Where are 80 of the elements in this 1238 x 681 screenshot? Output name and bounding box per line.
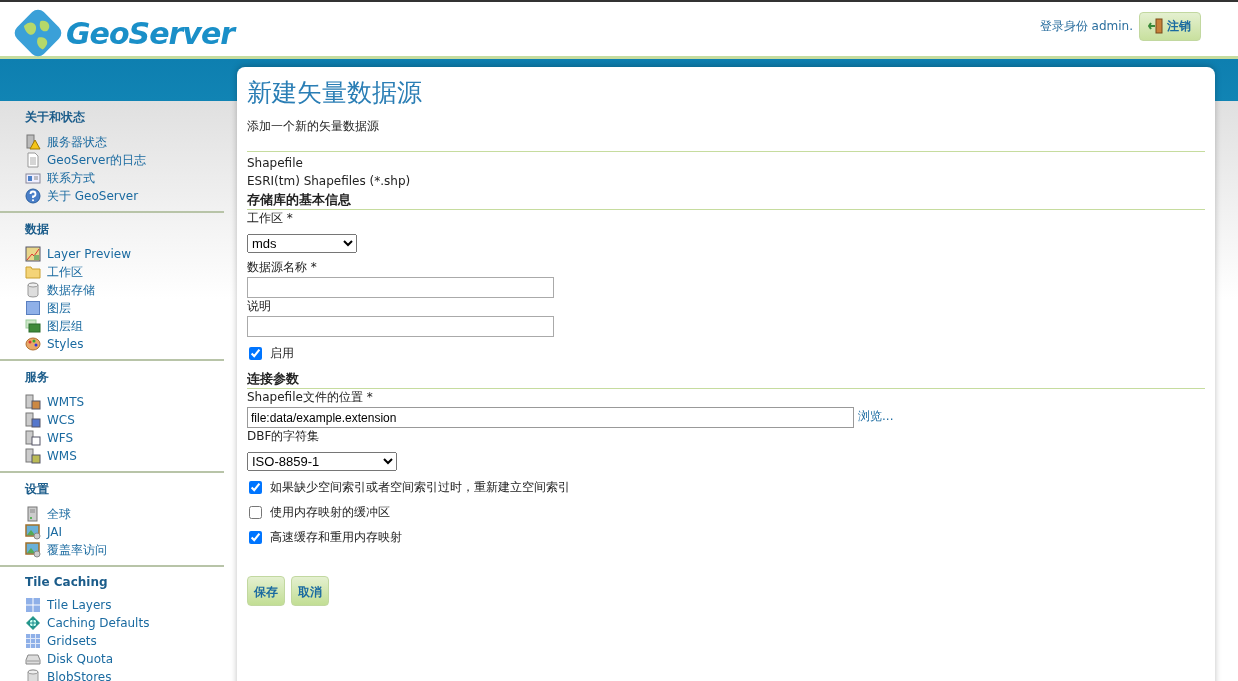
sidebar-heading: Tile Caching bbox=[25, 575, 109, 589]
sidebar-link[interactable]: 工作区 bbox=[25, 263, 224, 281]
sidebar-link[interactable]: 服务器状态 bbox=[25, 133, 224, 151]
sidebar-link[interactable]: Gridsets bbox=[25, 632, 224, 650]
server-icon bbox=[25, 430, 41, 446]
logo-text: GeoServer bbox=[66, 15, 235, 51]
sidebar-link[interactable]: WMS bbox=[25, 447, 224, 465]
sidebar-link[interactable]: WCS bbox=[25, 411, 224, 429]
sidebar-link[interactable]: WMTS bbox=[25, 393, 224, 411]
sidebar-link[interactable]: 数据存储 bbox=[25, 281, 224, 299]
sidebar-link[interactable]: 图层组 bbox=[25, 317, 224, 335]
checkbox[interactable] bbox=[249, 347, 262, 360]
sidebar-link[interactable]: Styles bbox=[25, 335, 224, 353]
sidebar-heading: 服务 bbox=[25, 369, 50, 386]
document-icon bbox=[25, 152, 41, 168]
sidebar-link[interactable]: 覆盖率访问 bbox=[25, 541, 224, 559]
login-status-text: 登录身份 admin. bbox=[1039, 17, 1133, 35]
section-heading: 连接参数 bbox=[247, 370, 1205, 389]
field-label: DBF的字符集 bbox=[247, 428, 321, 444]
sidebar-heading: 关于和状态 bbox=[25, 109, 86, 126]
sidebar-link[interactable]: 联系方式 bbox=[25, 169, 224, 187]
sidebar-link[interactable]: 全球 bbox=[25, 505, 224, 523]
sidebar-link[interactable]: Disk Quota bbox=[25, 650, 224, 668]
text-field[interactable] bbox=[247, 277, 554, 298]
field-label: 数据源名称 * bbox=[247, 259, 318, 275]
image-gear-icon bbox=[25, 542, 41, 558]
globe-icon bbox=[25, 615, 41, 631]
layer-icon bbox=[25, 300, 41, 316]
store-type-text: Shapefile bbox=[247, 155, 304, 172]
checkbox[interactable] bbox=[249, 531, 262, 544]
field-label: Shapefile文件的位置 * bbox=[247, 389, 374, 405]
server-warning-icon bbox=[25, 134, 41, 150]
disk-drive-icon bbox=[25, 651, 41, 667]
file-path-field[interactable]: file:data/example.extension bbox=[247, 407, 854, 428]
checkbox[interactable] bbox=[249, 506, 262, 519]
page-title: 新建矢量数据源 bbox=[247, 77, 423, 109]
checkbox-label: 使用内存映射的缓冲区 bbox=[270, 504, 390, 521]
sidebar-heading: 设置 bbox=[25, 481, 50, 498]
server-icon bbox=[25, 394, 41, 410]
database-icon bbox=[25, 282, 41, 298]
server-icon bbox=[25, 506, 41, 522]
sidebar-link[interactable]: GeoServer的日志 bbox=[25, 151, 224, 169]
sidebar-link[interactable]: BlobStores bbox=[25, 668, 224, 681]
map-icon bbox=[25, 246, 41, 262]
image-gear-icon bbox=[25, 524, 41, 540]
logout-button[interactable]: 注销 bbox=[1139, 11, 1201, 41]
help-icon bbox=[25, 188, 41, 204]
palette-icon bbox=[25, 336, 41, 352]
tiles-icon bbox=[25, 597, 41, 613]
sidebar-link[interactable]: 图层 bbox=[25, 299, 224, 317]
server-icon bbox=[25, 412, 41, 428]
contact-card-icon bbox=[25, 170, 41, 186]
sidebar-heading: 数据 bbox=[25, 221, 50, 238]
text-field[interactable] bbox=[247, 316, 554, 337]
store-description-text: ESRI(tm) Shapefiles (*.shp) bbox=[247, 173, 412, 190]
server-icon bbox=[25, 448, 41, 464]
field-label: 工作区 * bbox=[247, 210, 294, 226]
form-button[interactable]: 取消 bbox=[291, 576, 329, 606]
checkbox-label: 如果缺少空间索引或者空间索引过时，重新建立空间索引 bbox=[270, 479, 570, 496]
field-label: 说明 bbox=[247, 298, 272, 314]
layer-group-icon bbox=[25, 318, 41, 334]
sidebar-link[interactable]: JAI bbox=[25, 523, 224, 541]
sidebar-link[interactable]: Layer Preview bbox=[25, 245, 224, 263]
browse-link[interactable]: 浏览... bbox=[858, 408, 894, 425]
dropdown[interactable]: ISO-8859-1 bbox=[247, 452, 397, 471]
dropdown[interactable]: mds bbox=[247, 234, 357, 253]
folder-icon bbox=[25, 264, 41, 280]
section-heading: 存储库的基本信息 bbox=[247, 191, 1205, 210]
door-exit-icon bbox=[1148, 18, 1164, 34]
page-description: 添加一个新的矢量数据源 bbox=[247, 118, 380, 135]
sidebar-link[interactable]: WFS bbox=[25, 429, 224, 447]
checkbox-label: 启用 bbox=[270, 345, 294, 362]
sidebar-link[interactable]: Caching Defaults bbox=[25, 614, 224, 632]
sidebar-link[interactable]: Tile Layers bbox=[25, 596, 224, 614]
database-icon bbox=[25, 669, 41, 681]
grid-icon bbox=[25, 633, 41, 649]
form-button[interactable]: 保存 bbox=[247, 576, 285, 606]
checkbox[interactable] bbox=[249, 481, 262, 494]
checkbox-label: 高速缓存和重用内存映射 bbox=[270, 529, 402, 546]
sidebar-link[interactable]: 关于 GeoServer bbox=[25, 187, 224, 205]
